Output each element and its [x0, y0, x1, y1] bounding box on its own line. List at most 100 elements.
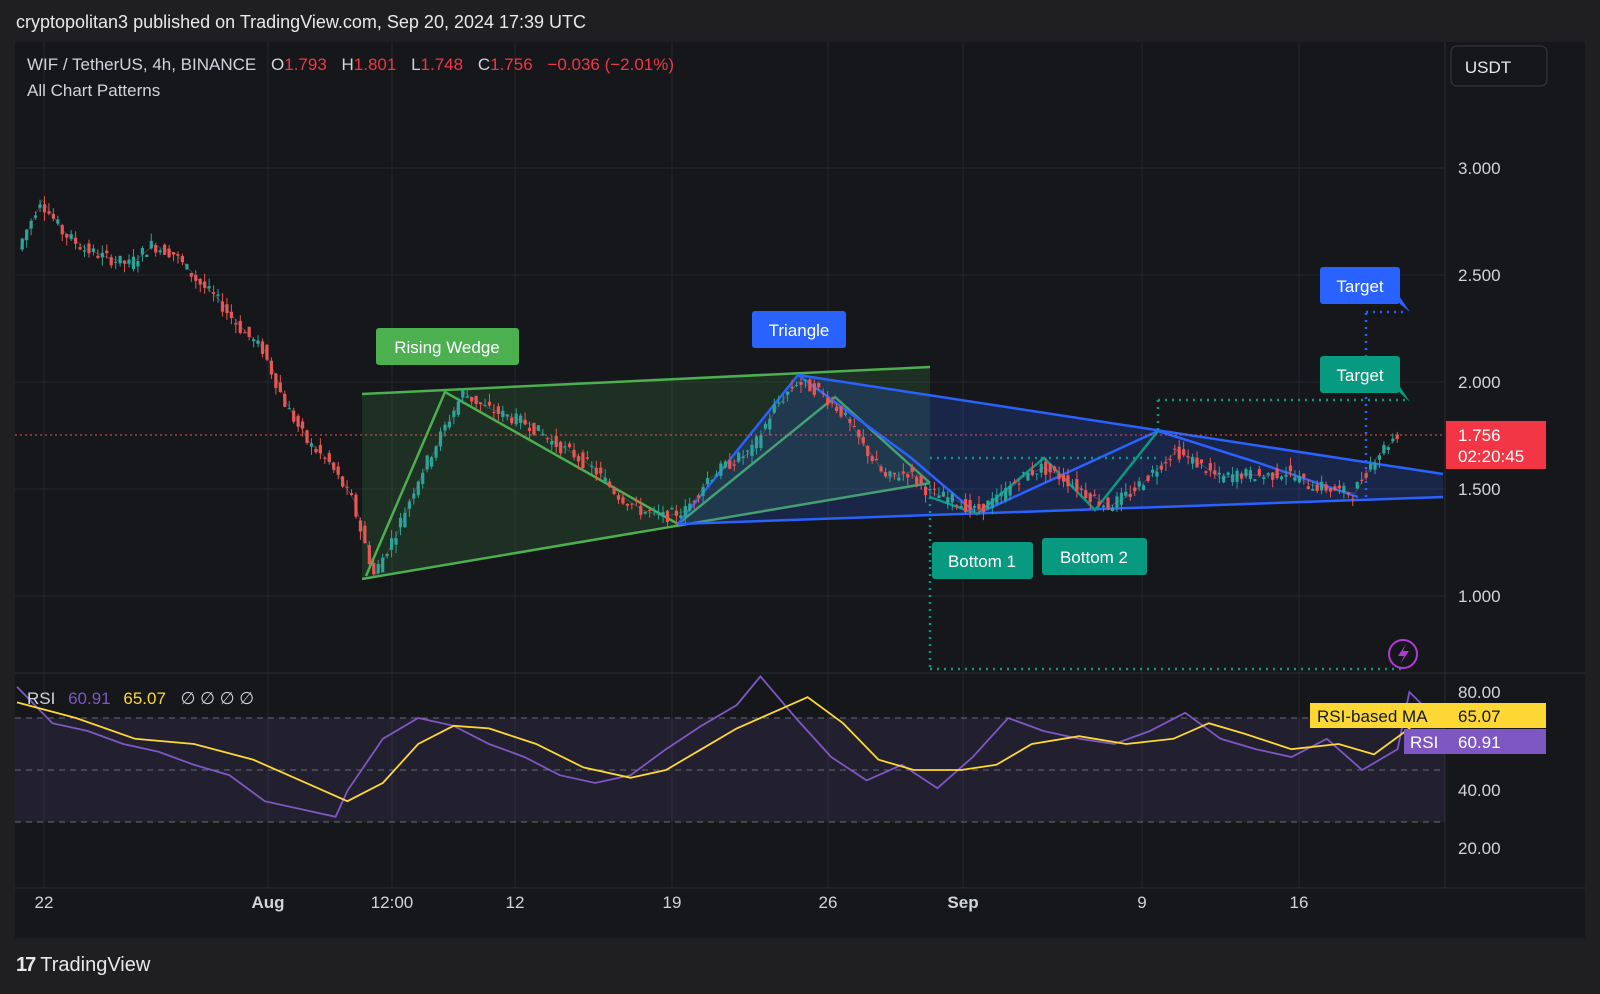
candle-body: [750, 444, 754, 456]
time-tick: 12:00: [371, 893, 414, 912]
candle-body: [1168, 459, 1172, 461]
candle-body: [656, 512, 661, 514]
close-value: 1.756: [490, 55, 533, 74]
candle-body: [96, 255, 100, 258]
candle-body: [1097, 501, 1101, 506]
candle-body: [937, 495, 941, 499]
candle-body: [1053, 466, 1057, 471]
candle-body: [243, 332, 247, 334]
time-axis[interactable]: 22 Aug 12:00 12 19 26 Sep 9 16: [35, 893, 1309, 912]
svg-text:60.91: 60.91: [1458, 733, 1501, 752]
candle-body: [1284, 474, 1288, 477]
candle-body: [950, 493, 954, 503]
candle-body: [723, 461, 727, 468]
currency-button[interactable]: USDT: [1450, 45, 1548, 87]
candle-body: [634, 500, 638, 502]
label-bottom-1-text: Bottom 1: [948, 552, 1016, 571]
candle-body: [643, 511, 647, 514]
label-target-blue[interactable]: Target: [1320, 267, 1410, 312]
candle-body: [812, 383, 816, 395]
lightning-icon[interactable]: [1388, 639, 1418, 669]
time-tick: 9: [1137, 893, 1146, 912]
candle-body: [803, 379, 808, 381]
candle-body: [158, 250, 162, 253]
label-bottom-1[interactable]: Bottom 1: [932, 542, 1033, 579]
last-price-value: 1.756: [1458, 426, 1501, 445]
label-rising-wedge[interactable]: Rising Wedge: [376, 328, 519, 365]
candle-body: [114, 261, 118, 263]
candle-body: [745, 450, 750, 452]
candle-body: [82, 250, 87, 252]
indicator-name: All Chart Patterns: [27, 81, 160, 100]
chart-frame[interactable]: Rising Wedge Triangle Target Target Bott…: [15, 42, 1585, 938]
candle-body: [1208, 463, 1212, 471]
candle-body: [1222, 475, 1226, 483]
candle-body: [118, 255, 122, 264]
candle-body: [1275, 468, 1279, 479]
brand-footer[interactable]: 17 TradingView: [16, 954, 150, 977]
candle-body: [1217, 472, 1221, 475]
candle-body: [532, 422, 536, 435]
price-axis[interactable]: 3.000 2.500 2.000 1.500 1.000: [1458, 159, 1501, 606]
time-tick: 16: [1290, 893, 1309, 912]
candle-body: [955, 505, 959, 507]
time-tick: 22: [35, 893, 54, 912]
candle-body: [625, 503, 630, 506]
currency-button-label: USDT: [1465, 58, 1511, 77]
candle-body: [510, 417, 514, 424]
candle-body: [1288, 465, 1293, 472]
rsi-tick: 80.00: [1458, 683, 1501, 702]
candle-body: [1266, 473, 1270, 475]
candle-body: [639, 505, 643, 515]
candle-body: [87, 243, 91, 254]
rsi-legend-value: 60.91: [68, 689, 111, 708]
chart-svg[interactable]: Rising Wedge Triangle Target Target Bott…: [15, 42, 1585, 938]
change-value: −0.036 (−2.01%): [547, 55, 674, 74]
publish-header: cryptopolitan3 published on TradingView.…: [16, 12, 587, 32]
candle-body: [834, 406, 839, 411]
last-price-countdown: 02:20:45: [1458, 447, 1524, 466]
candle-body: [1155, 471, 1159, 477]
rsi-tick: 20.00: [1458, 839, 1501, 858]
candle-body: [1373, 462, 1377, 470]
label-target-green-text: Target: [1336, 366, 1384, 385]
candle-body: [545, 438, 549, 440]
candle-body: [1177, 446, 1181, 460]
candle-body: [732, 464, 736, 466]
label-bottom-2[interactable]: Bottom 2: [1042, 538, 1147, 575]
label-triangle[interactable]: Triangle: [752, 311, 846, 348]
candle-body: [1035, 473, 1039, 475]
candle-body: [1199, 459, 1204, 464]
rsi-legend-ma: 65.07: [123, 689, 166, 708]
candle-body: [216, 294, 220, 296]
candle-body: [1337, 485, 1342, 489]
candle-body: [670, 508, 674, 510]
candle-body: [78, 247, 82, 250]
candle-body: [1235, 470, 1239, 482]
candle-body: [999, 492, 1003, 496]
candle-body: [1253, 479, 1257, 482]
candle-body: [105, 250, 109, 254]
candle-body: [519, 415, 523, 423]
rsi-ma-tag: RSI-based MA 65.07: [1310, 703, 1546, 728]
candle-body: [648, 509, 652, 511]
last-price-tag: 1.756 02:20:45: [1446, 421, 1546, 469]
time-tick: 26: [819, 893, 838, 912]
candle-body: [808, 379, 812, 392]
label-target-green[interactable]: Target: [1320, 356, 1410, 402]
candle-body: [1257, 469, 1261, 476]
symbol-legend: WIF / TetherUS, 4h, BINANCE O1.793 H1.80…: [27, 55, 674, 100]
rsi-settings-glyphs: ∅ ∅ ∅ ∅: [181, 689, 254, 708]
candle-body: [1386, 447, 1390, 450]
svg-text:65.07: 65.07: [1458, 707, 1501, 726]
candle-body: [652, 509, 656, 511]
candle-body: [1173, 448, 1177, 450]
pattern-layer: [361, 310, 1444, 671]
candle-body: [679, 515, 683, 519]
candle-body: [1226, 472, 1230, 475]
svg-text:RSI: RSI: [1410, 733, 1438, 752]
candle-body: [234, 323, 238, 325]
candle-body: [1320, 481, 1324, 491]
price-tick: 1.500: [1458, 480, 1501, 499]
label-rising-wedge-text: Rising Wedge: [394, 338, 500, 357]
